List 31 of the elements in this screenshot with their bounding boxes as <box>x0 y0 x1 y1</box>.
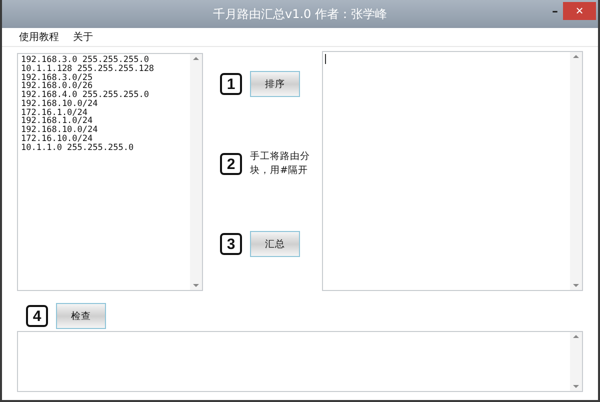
route-line: 172.16.1.0/24 <box>21 108 88 118</box>
text-cursor <box>325 54 326 64</box>
step-number: 3 <box>220 233 242 255</box>
scrollbar[interactable] <box>190 54 202 290</box>
close-button[interactable]: × <box>563 2 596 20</box>
step-number: 4 <box>26 305 48 327</box>
minimize-button[interactable]: – <box>552 4 558 18</box>
input-text-area[interactable] <box>17 53 203 291</box>
action-button[interactable]: 汇总 <box>250 231 300 257</box>
route-line: 192.168.3.0 255.255.255.0 <box>21 56 149 65</box>
menu-item[interactable]: 关于 <box>66 30 100 44</box>
step-number: 1 <box>220 73 242 95</box>
route-line: 192.168.1.0/24 <box>21 117 93 126</box>
route-line: 192.168.0.0/26 <box>21 82 93 91</box>
route-line: 192.168.10.0/24 <box>21 126 99 135</box>
scrollbar[interactable] <box>570 332 582 391</box>
route-line: 192.168.3.0/25 <box>21 74 94 82</box>
route-line: 10.1.1.0 255.255.255.0 <box>21 144 135 152</box>
result-text-area[interactable] <box>17 331 583 392</box>
route-line: 10.1.1.128 255.255.255.128 <box>21 64 156 74</box>
instruction-text: 手工将路由分块，用#隔开 <box>250 150 311 178</box>
menu-item[interactable]: 使用教程 <box>12 30 66 44</box>
route-line: 192.168.10.0/24 <box>21 100 99 108</box>
check-button[interactable]: 检查 <box>56 303 106 329</box>
route-line: 192.168.4.0 255.255.255.0 <box>21 91 150 100</box>
route-line: 172.16.10.0/24 <box>21 134 93 144</box>
scrollbar[interactable] <box>570 52 582 290</box>
window-title: 千月路由汇总v1.0 作者：张学峰 <box>213 6 387 22</box>
output-text-area[interactable] <box>322 51 583 291</box>
step-number: 2 <box>220 153 242 175</box>
action-button[interactable]: 排序 <box>250 71 300 97</box>
